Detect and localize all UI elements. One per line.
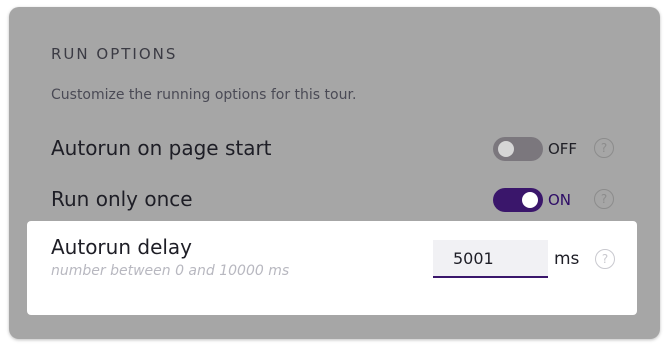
run-only-once-toggle[interactable] (493, 188, 543, 212)
autorun-delay-unit: ms (554, 249, 580, 269)
autorun-on-page-start-label: Autorun on page start (51, 136, 272, 160)
autorun-on-page-start-state: OFF (548, 140, 578, 158)
autorun-delay-label: Autorun delay (51, 235, 193, 259)
autorun-delay-card: Autorun delay number between 0 and 10000… (27, 221, 637, 315)
autorun-delay-hint: number between 0 and 10000 ms (51, 263, 290, 279)
help-icon[interactable]: ? (594, 138, 614, 158)
toggle-knob (522, 192, 538, 208)
section-title: RUN OPTIONS (51, 45, 178, 63)
autorun-on-page-start-toggle[interactable] (493, 137, 543, 161)
run-only-once-state: ON (548, 191, 572, 209)
toggle-knob (498, 141, 514, 157)
help-icon[interactable]: ? (595, 249, 615, 269)
run-only-once-label: Run only once (51, 187, 193, 211)
help-icon[interactable]: ? (594, 189, 614, 209)
autorun-delay-input[interactable] (433, 240, 548, 278)
run-options-panel: RUN OPTIONS Customize the running option… (9, 7, 660, 339)
section-description: Customize the running options for this t… (51, 87, 357, 103)
